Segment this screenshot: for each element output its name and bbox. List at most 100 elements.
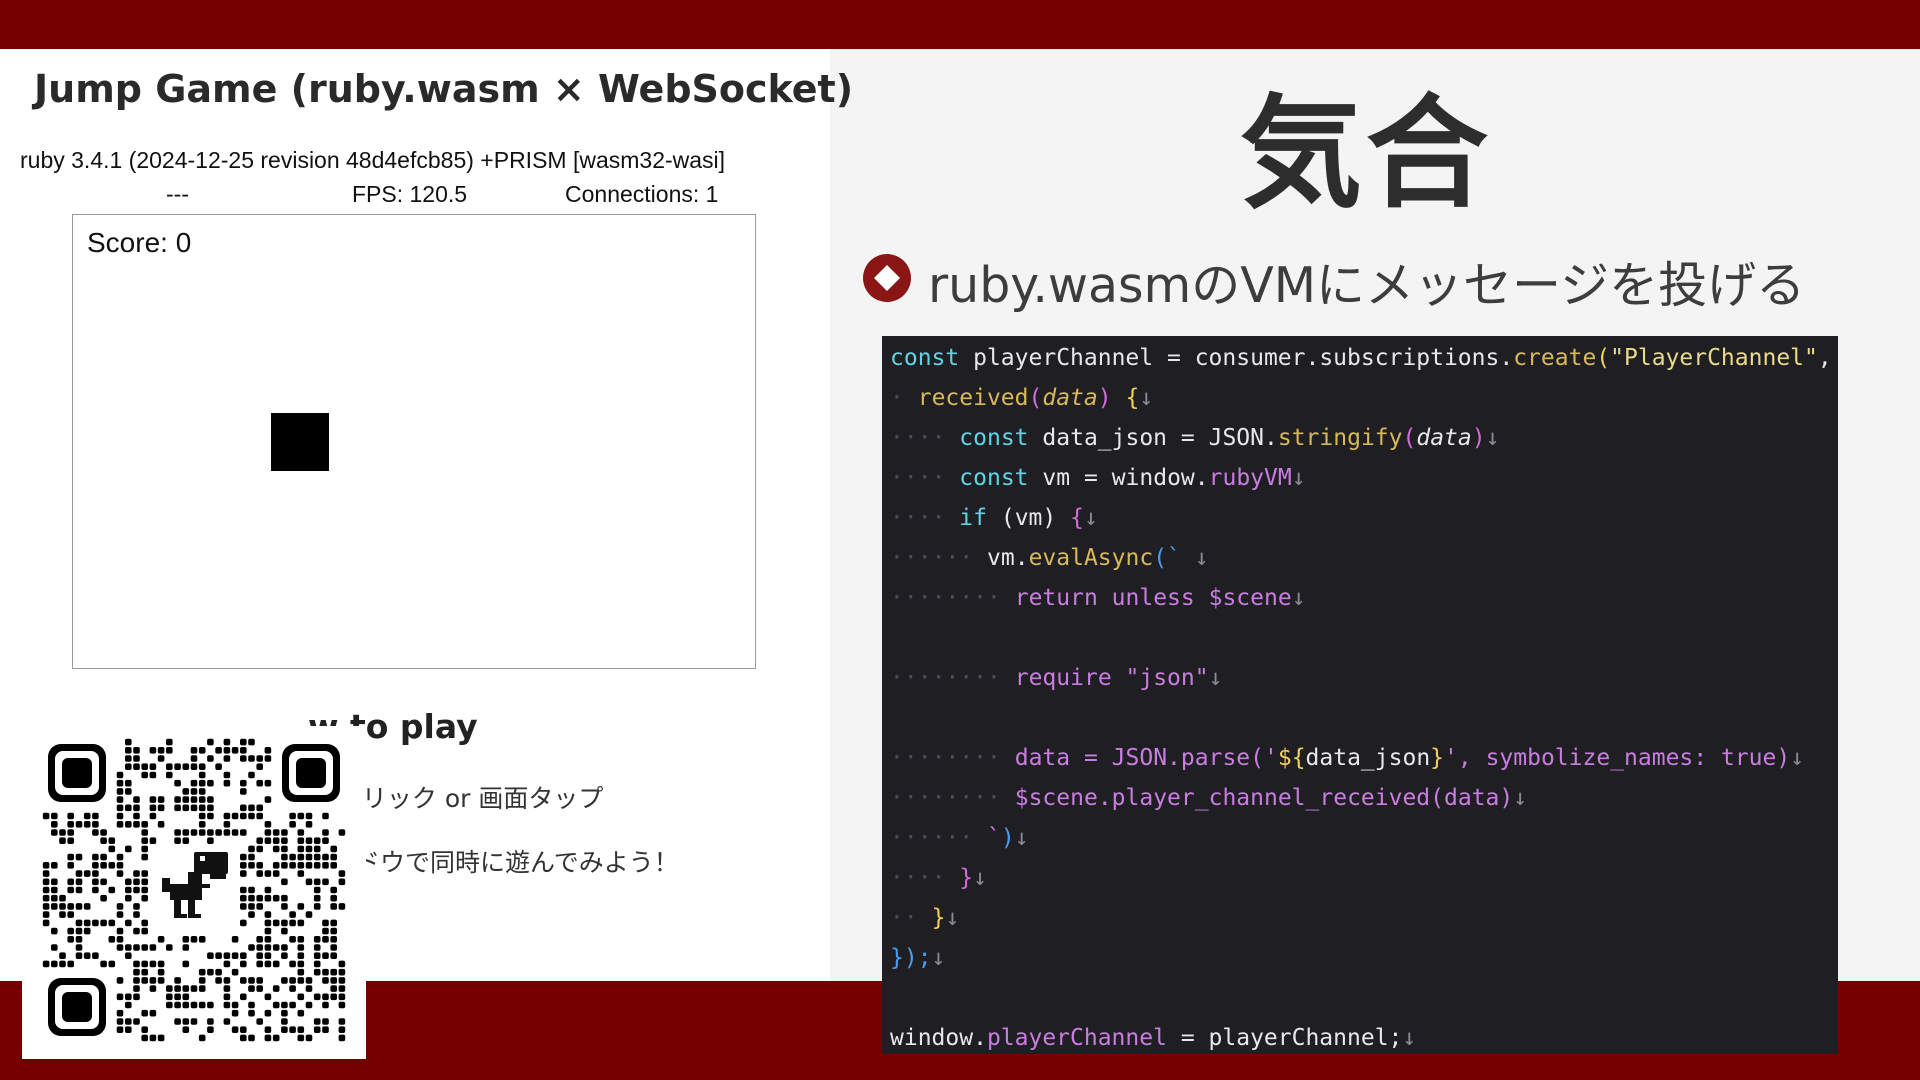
qr-module (166, 1001, 173, 1009)
qr-module (133, 747, 140, 754)
qr-module (289, 812, 296, 820)
qr-module (330, 845, 337, 853)
whitespace-glyph: · (903, 585, 918, 611)
qr-module (100, 919, 107, 927)
whitespace-glyph: · (931, 465, 946, 491)
qr-module (190, 796, 198, 803)
qr-module (157, 755, 165, 762)
qr-module (141, 845, 148, 853)
qr-module (67, 878, 74, 886)
qr-module (83, 903, 91, 910)
qr-module (190, 1018, 198, 1025)
qr-module (141, 1034, 148, 1042)
qr-module (116, 1026, 124, 1033)
code-token: vm. (987, 545, 1029, 571)
qr-module (248, 812, 255, 820)
qr-module (240, 747, 247, 754)
qr-module (51, 812, 58, 820)
qr-module (272, 862, 280, 869)
qr-module (92, 812, 99, 820)
qr-module (297, 968, 305, 976)
qr-module (125, 845, 132, 853)
qr-module (281, 1009, 288, 1017)
whitespace-glyph: · (931, 425, 946, 451)
whitespace-glyph: · (959, 785, 974, 811)
qr-module (223, 977, 231, 984)
whitespace-glyph: · (959, 665, 974, 691)
qr-module (190, 829, 198, 836)
qr-module (67, 812, 74, 820)
qr-module (133, 755, 140, 762)
qr-module (182, 763, 190, 770)
qr-module (133, 993, 140, 1001)
qr-module (59, 960, 66, 968)
qr-module (215, 829, 222, 836)
qr-module (141, 886, 148, 894)
whitespace-glyph: · (959, 825, 974, 851)
code-token: = (1180, 1025, 1195, 1051)
qr-module (190, 1001, 198, 1009)
whitespace-glyph: · (917, 465, 932, 491)
whitespace-glyph: · (890, 505, 904, 531)
qr-module (182, 837, 190, 844)
qr-module (116, 796, 124, 803)
qr-module (338, 985, 346, 992)
qr-module (256, 763, 263, 770)
qr-module (207, 1001, 214, 1009)
whitespace-glyph: · (931, 785, 946, 811)
qr-module (198, 763, 206, 770)
qr-module (322, 837, 329, 844)
qr-module (198, 829, 206, 836)
qr-module (133, 1018, 140, 1025)
qr-module (264, 886, 272, 894)
qr-module (166, 993, 173, 1001)
qr-module (133, 763, 140, 770)
qr-module (248, 985, 255, 992)
qr-module (141, 771, 148, 779)
code-token: } (959, 865, 974, 891)
whitespace-glyph: · (917, 865, 932, 891)
code-token: (vm) (1000, 505, 1057, 531)
qr-module (42, 911, 50, 918)
qr-module (125, 804, 132, 812)
qr-module (313, 837, 321, 844)
code-token: consumer.subscriptions. (1194, 345, 1514, 371)
qr-module (231, 936, 239, 943)
whitespace-glyph: · (945, 665, 960, 691)
qr-module (240, 829, 247, 836)
qr-module (157, 1034, 165, 1042)
qr-module (330, 977, 337, 984)
qr-module (190, 936, 198, 943)
qr-module (281, 1018, 288, 1025)
game-canvas[interactable]: Score: 0 (72, 214, 756, 669)
qr-module (289, 862, 296, 869)
whitespace-glyph: · (890, 905, 904, 931)
qr-module (198, 1001, 206, 1009)
qr-module (182, 1026, 190, 1033)
qr-module (305, 853, 313, 861)
qr-module (149, 1009, 157, 1017)
ruby-diamond-icon (863, 254, 911, 302)
qr-module (223, 755, 231, 762)
qr-module (338, 829, 346, 836)
qr-module (157, 821, 165, 828)
qr-module (83, 919, 91, 927)
qr-module (125, 1018, 132, 1025)
qr-module (313, 968, 321, 976)
qr-module (182, 1018, 190, 1025)
qr-module (100, 960, 107, 968)
qr-module (322, 952, 329, 959)
qr-module (338, 878, 346, 886)
code-token: = (1166, 345, 1181, 371)
qr-module (157, 960, 165, 968)
newline-glyph: ↓ (1402, 1025, 1417, 1051)
qr-module (141, 829, 148, 836)
qr-module (174, 779, 181, 787)
qr-module (182, 796, 190, 803)
code-line-7: ········ return unless $scene↓ (890, 578, 1306, 618)
game-title: Jump Game (ruby.wasm × WebSocket) (34, 67, 854, 111)
qr-module (313, 878, 321, 886)
qr-module (125, 944, 132, 951)
qr-module (264, 960, 272, 968)
whitespace-glyph: · (890, 465, 904, 491)
